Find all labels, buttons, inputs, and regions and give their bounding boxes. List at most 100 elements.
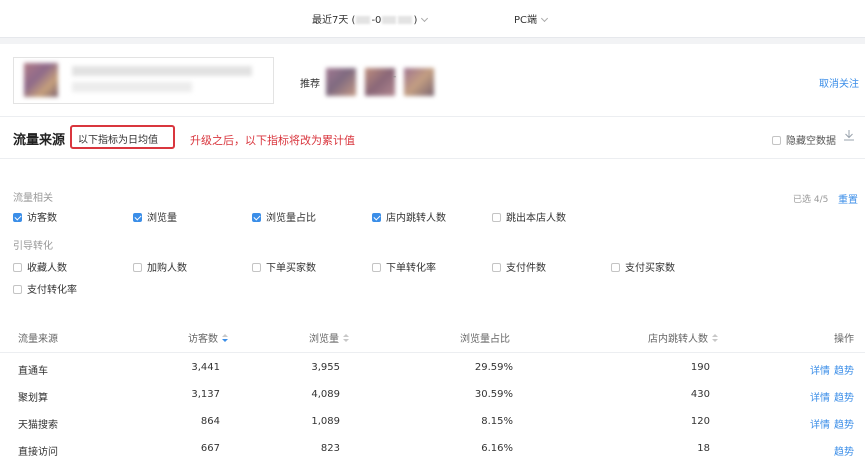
metric-checkbox[interactable]: [133, 263, 142, 272]
cell-jumps: 120: [690, 416, 710, 427]
blurred-shop-name: [72, 66, 252, 76]
metric-label: 下单转化率: [386, 263, 436, 274]
column-header-label: 浏览量: [309, 334, 339, 345]
metric-visitors[interactable]: 访客数: [13, 209, 57, 224]
recommend-label: 推荐: [300, 79, 320, 90]
column-header-actions: 操作: [834, 334, 854, 345]
metric-checkbox[interactable]: [492, 263, 501, 272]
trend-link[interactable]: 趋势: [834, 362, 854, 377]
date-range-selector[interactable]: 最近7天 ( -0): [312, 11, 429, 26]
column-header-jumps[interactable]: 店内跳转人数: [648, 330, 718, 345]
cell-jumps: 18: [697, 443, 710, 454]
sort-icon[interactable]: [343, 334, 349, 343]
divider: [0, 116, 865, 117]
metric-checkbox[interactable]: [492, 213, 501, 222]
metric-group-traffic: 流量相关: [13, 193, 53, 204]
cell-source: 聚划算: [18, 393, 48, 404]
metric-group-conversion: 引导转化: [13, 241, 53, 252]
cell-pv-ratio: 30.59%: [474, 389, 513, 400]
trend-link[interactable]: 趋势: [834, 443, 854, 458]
metric-label: 加购人数: [147, 263, 187, 274]
metric-checkbox[interactable]: [252, 213, 261, 222]
platform-label: PC端: [514, 15, 538, 26]
metric-label: 支付件数: [506, 263, 546, 274]
column-header-visitors[interactable]: 访客数: [188, 330, 228, 345]
metric-checkbox[interactable]: [13, 285, 22, 294]
recommend-thumbnail[interactable]: [404, 68, 434, 96]
sort-icon[interactable]: [712, 334, 718, 343]
date-range-mid: -0: [371, 15, 382, 26]
metric-checkbox[interactable]: [13, 263, 22, 272]
metric-label: 浏览量: [147, 213, 177, 224]
cell-pageviews: 1,089: [311, 416, 340, 427]
metric-checkbox[interactable]: [611, 263, 620, 272]
blurred-date: [398, 16, 413, 24]
metric-order-buyers[interactable]: 下单买家数: [252, 259, 316, 274]
metric-checkbox[interactable]: [133, 213, 142, 222]
sort-icon[interactable]: [222, 334, 228, 343]
divider: [0, 158, 865, 159]
column-header-label: 访客数: [188, 334, 218, 345]
cell-pv-ratio: 8.15%: [481, 416, 513, 427]
trend-link[interactable]: 趋势: [834, 389, 854, 404]
metric-label: 支付买家数: [625, 263, 675, 274]
platform-selector[interactable]: PC端: [514, 11, 549, 26]
column-header-label: 店内跳转人数: [648, 334, 708, 345]
metric-pageviews[interactable]: 浏览量: [133, 209, 177, 224]
recommend-thumbnail[interactable]: [365, 68, 395, 96]
trend-link[interactable]: 趋势: [834, 416, 854, 431]
metric-label: 店内跳转人数: [386, 213, 446, 224]
metric-label: 浏览量占比: [266, 213, 316, 224]
cell-source: 直接访问: [18, 447, 58, 458]
metric-favorites[interactable]: 收藏人数: [13, 259, 67, 274]
metric-pv-ratio[interactable]: 浏览量占比: [252, 209, 316, 224]
metric-label: 收藏人数: [27, 263, 67, 274]
metric-bounce-users[interactable]: 跳出本店人数: [492, 209, 566, 224]
metric-label: 下单买家数: [266, 263, 316, 274]
unfollow-link[interactable]: 取消关注: [819, 75, 859, 90]
metric-checkbox[interactable]: [372, 263, 381, 272]
hide-empty-label: 隐藏空数据: [786, 136, 836, 147]
date-range-prefix: 最近7天 (: [312, 15, 356, 26]
metric-in-store-jumps[interactable]: 店内跳转人数: [372, 209, 446, 224]
hide-empty-checkbox[interactable]: [772, 136, 781, 145]
cell-pageviews: 3,955: [311, 362, 340, 373]
recommend-separator: -: [393, 72, 397, 82]
shop-info: [13, 57, 274, 104]
traffic-source-card: 推荐 - 取消关注 流量来源 以下指标为日均值 升级之后，以下指标将改为累计值 …: [0, 44, 865, 464]
section-title: 流量来源: [13, 133, 66, 148]
top-bar: 最近7天 ( -0) PC端: [0, 0, 865, 38]
cell-visitors: 864: [200, 416, 220, 427]
cell-pv-ratio: 29.59%: [474, 362, 513, 373]
cell-visitors: 667: [200, 443, 220, 454]
metric-label: 访客数: [27, 213, 57, 224]
metric-paid-buyers[interactable]: 支付买家数: [611, 259, 675, 274]
blurred-shop-desc: [72, 82, 192, 92]
cell-jumps: 430: [690, 389, 710, 400]
cell-pv-ratio: 6.16%: [481, 443, 513, 454]
chevron-down-icon: [540, 14, 549, 23]
download-icon[interactable]: [843, 129, 855, 141]
selected-count: 已选 4/5: [793, 195, 829, 205]
reset-link[interactable]: 重置: [838, 191, 858, 206]
column-header-pageviews[interactable]: 浏览量: [309, 330, 349, 345]
metric-paid-items[interactable]: 支付件数: [492, 259, 546, 274]
metric-mode-select[interactable]: 以下指标为日均值: [70, 125, 175, 149]
detail-link[interactable]: 详情: [810, 416, 830, 431]
upgrade-note: 升级之后，以下指标将改为累计值: [190, 134, 355, 147]
recommend-thumbnail[interactable]: [326, 68, 356, 96]
metric-pay-conversion[interactable]: 支付转化率: [13, 281, 77, 296]
detail-link[interactable]: 详情: [810, 389, 830, 404]
metric-label: 跳出本店人数: [506, 213, 566, 224]
hide-empty-toggle[interactable]: 隐藏空数据: [772, 132, 836, 147]
metric-checkbox[interactable]: [252, 263, 261, 272]
date-range-suffix: ): [413, 15, 418, 26]
metric-checkbox[interactable]: [13, 213, 22, 222]
metric-checkbox[interactable]: [372, 213, 381, 222]
blurred-date: [356, 16, 371, 24]
detail-link[interactable]: 详情: [810, 362, 830, 377]
cell-visitors: 3,137: [191, 389, 220, 400]
metric-order-conversion[interactable]: 下单转化率: [372, 259, 436, 274]
metric-add-to-cart[interactable]: 加购人数: [133, 259, 187, 274]
table-divider: [0, 352, 865, 353]
